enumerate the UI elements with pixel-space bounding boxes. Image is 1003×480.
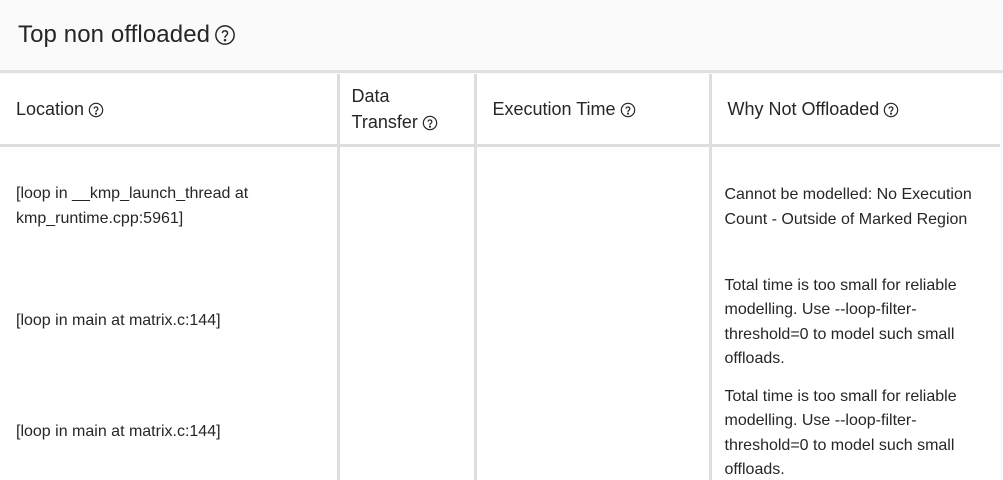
table-row[interactable]: [loop in main at matrix.c:144] Total tim… (0, 266, 1000, 377)
column-header-label: Why Not Offloaded (727, 99, 880, 119)
column-header-execution-time[interactable]: Execution Time (475, 74, 712, 147)
column-header-label: Location (16, 99, 85, 119)
why-not-offloaded-cell: Cannot be modelled: No Execution Count -… (710, 145, 1000, 266)
data-transfer-cell (338, 377, 477, 480)
table-row[interactable]: [loop in main at matrix.c:144] Total tim… (0, 377, 1000, 480)
column-header-label: Execution Time (492, 99, 616, 119)
panel-title: Top non offloaded (18, 21, 211, 48)
data-transfer-cell (338, 145, 477, 266)
help-icon[interactable] (620, 102, 636, 118)
column-header-label: Data Transfer (351, 86, 418, 132)
why-not-offloaded-cell: Total time is too small for reliable mod… (710, 266, 1000, 377)
panel-header: Top non offloaded (0, 0, 1003, 73)
help-icon[interactable] (422, 115, 438, 131)
location-cell: [loop in main at matrix.c:144] (0, 377, 340, 480)
non-offloaded-table: Location Data Transfer Execution Time Wh… (0, 74, 1000, 480)
execution-time-cell (475, 145, 712, 266)
why-not-offloaded-cell: Total time is too small for reliable mod… (710, 377, 1000, 480)
top-non-offloaded-panel: Top non offloaded Location Data Transfer (0, 0, 1003, 480)
column-header-data-transfer[interactable]: Data Transfer (338, 74, 477, 147)
table-header-row: Location Data Transfer Execution Time Wh… (0, 74, 1000, 147)
location-cell: [loop in main at matrix.c:144] (0, 266, 340, 377)
table-row[interactable]: [loop in __kmp_launch_thread at kmp_runt… (0, 145, 1000, 266)
execution-time-cell (475, 266, 712, 377)
non-offloaded-table-container: Location Data Transfer Execution Time Wh… (0, 74, 1000, 480)
column-header-location[interactable]: Location (0, 74, 340, 147)
location-cell: [loop in __kmp_launch_thread at kmp_runt… (0, 145, 340, 266)
data-transfer-cell (338, 266, 477, 377)
help-icon[interactable] (88, 102, 104, 118)
help-icon[interactable] (883, 102, 899, 118)
help-icon[interactable] (214, 24, 236, 46)
execution-time-cell (475, 377, 712, 480)
column-header-why-not-offloaded[interactable]: Why Not Offloaded (710, 74, 1000, 147)
